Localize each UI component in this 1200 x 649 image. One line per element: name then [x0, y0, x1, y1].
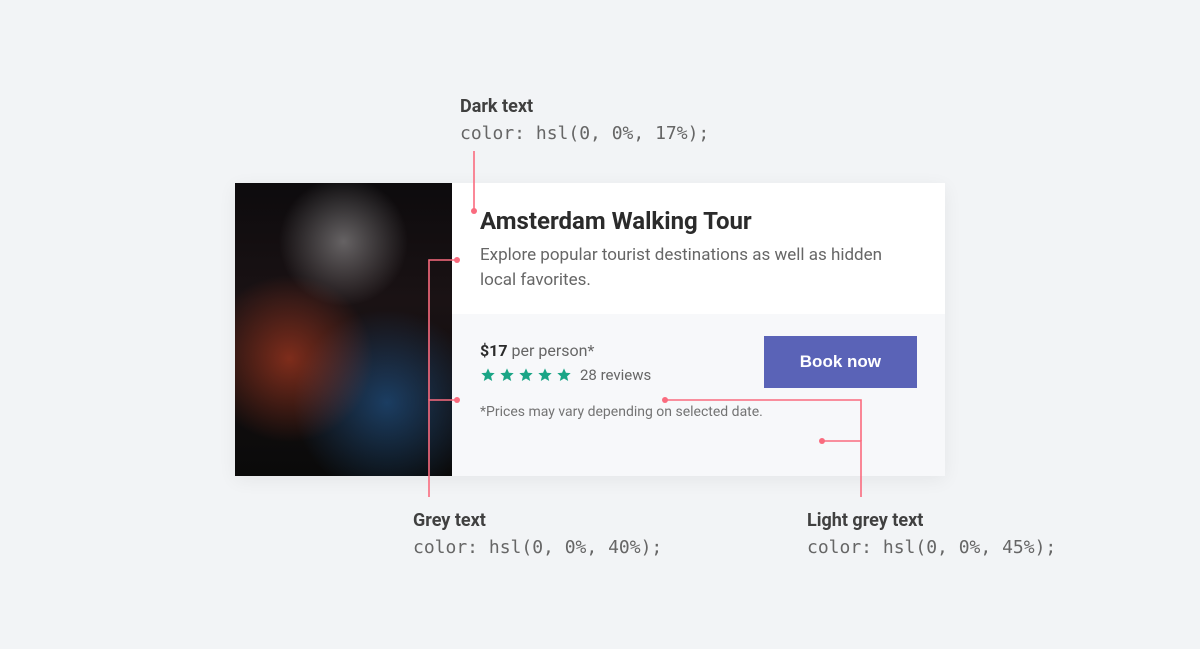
annotation-grey-text: Grey text color: hsl(0, 0%, 40%); [413, 507, 662, 561]
price-row: $17 per person* 28 reviews [480, 336, 917, 388]
annotation-label: Dark text [460, 93, 709, 120]
annotation-label: Grey text [413, 507, 662, 534]
tour-card: Amsterdam Walking Tour Explore popular t… [235, 183, 945, 476]
tour-card-body: Amsterdam Walking Tour Explore popular t… [452, 183, 945, 476]
price-unit: per person* [512, 341, 595, 360]
tour-card-bottom: $17 per person* 28 reviews [452, 314, 945, 476]
star-icon [537, 367, 553, 383]
annotation-code: color: hsl(0, 0%, 45%); [807, 534, 1056, 561]
tour-title: Amsterdam Walking Tour [480, 207, 917, 235]
book-now-button[interactable]: Book now [764, 336, 917, 388]
price-line: $17 per person* [480, 341, 651, 360]
annotation-code: color: hsl(0, 0%, 17%); [460, 120, 709, 147]
price-block: $17 per person* 28 reviews [480, 341, 651, 384]
annotation-dark-text: Dark text color: hsl(0, 0%, 17%); [460, 93, 709, 147]
star-icon [518, 367, 534, 383]
annotation-light-grey-text: Light grey text color: hsl(0, 0%, 45%); [807, 507, 1056, 561]
tour-card-top: Amsterdam Walking Tour Explore popular t… [452, 183, 945, 314]
reviews-line: 28 reviews [480, 366, 651, 384]
star-icon [556, 367, 572, 383]
price-amount: $17 [480, 341, 508, 360]
price-disclaimer: *Prices may vary depending on selected d… [480, 404, 917, 420]
tour-description: Explore popular tourist destinations as … [480, 243, 917, 292]
annotation-label: Light grey text [807, 507, 1056, 534]
star-icon [499, 367, 515, 383]
star-icon [480, 367, 496, 383]
example-canvas: Dark text color: hsl(0, 0%, 17%); Amster… [0, 0, 1200, 649]
tour-image [235, 183, 452, 476]
annotation-code: color: hsl(0, 0%, 40%); [413, 534, 662, 561]
reviews-count: 28 reviews [580, 366, 651, 384]
star-rating [480, 367, 572, 383]
